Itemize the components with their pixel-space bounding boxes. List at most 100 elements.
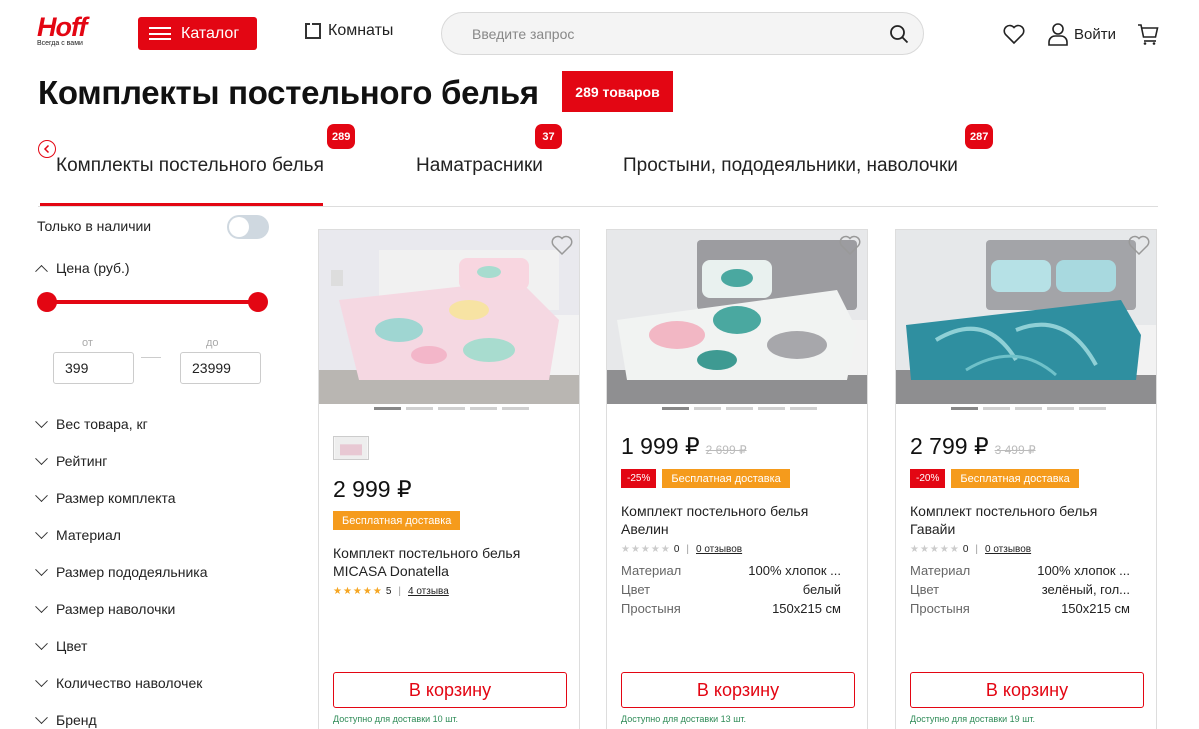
user-icon: [1048, 23, 1068, 46]
filter-pillowcase-size[interactable]: Размер наволочки: [35, 599, 175, 617]
heart-icon[interactable]: [1002, 22, 1026, 46]
rating: ★★★★★ 0 | 0 отзывов: [910, 544, 1031, 555]
free-delivery-badge: Бесплатная доставка: [662, 469, 790, 488]
product-image[interactable]: [607, 230, 867, 404]
star-rating-icon: ★★★★★: [333, 586, 383, 597]
product-name-line: Гавайи: [910, 521, 956, 537]
price-from-input[interactable]: [53, 352, 134, 384]
free-delivery-badge: Бесплатная доставка: [951, 469, 1079, 488]
range-separator: [141, 357, 161, 358]
login-link[interactable]: Войти: [1047, 22, 1116, 46]
chevron-down-icon: [35, 599, 48, 613]
reviews-link[interactable]: 0 отзывов: [696, 544, 742, 555]
page-title: Комплекты постельного белья: [38, 74, 539, 111]
menu-icon: [149, 27, 171, 40]
separator: |: [975, 544, 978, 555]
heart-icon[interactable]: [550, 234, 574, 256]
price-slider-max-handle[interactable]: [248, 292, 268, 312]
product-image[interactable]: [896, 230, 1156, 404]
spec-key: Простыня: [910, 601, 970, 616]
spec-value: 150х215 см: [772, 601, 841, 616]
filter-duvet-size[interactable]: Размер пододеяльника: [35, 562, 208, 580]
search-icon[interactable]: [889, 24, 909, 44]
reviews-link[interactable]: 4 отзыва: [408, 586, 449, 597]
filter-label: Размер пододеяльника: [56, 564, 208, 580]
chevron-down-icon: [35, 636, 48, 650]
star-rating-icon: ★★★★★: [621, 544, 671, 555]
spec-key: Материал: [621, 563, 682, 578]
tab-sheets-covers[interactable]: Простыни, пододеяльники, наволочки: [623, 155, 958, 177]
free-delivery-badge: Бесплатная доставка: [333, 511, 461, 530]
chevron-up-icon: [35, 264, 48, 278]
filter-material[interactable]: Материал: [35, 525, 121, 543]
catalog-label: Каталог: [181, 24, 240, 42]
price: 2 799 ₽ 3 499 ₽: [910, 433, 1036, 460]
filter-label: Размер комплекта: [56, 490, 176, 506]
rating-value: 0: [962, 544, 969, 555]
spec-row: Материал 100% хлопок ...: [621, 563, 841, 582]
spec-key: Цвет: [910, 582, 940, 597]
in-stock-label: Только в наличии: [37, 218, 152, 234]
search-input[interactable]: [472, 24, 872, 44]
filter-pillowcase-count[interactable]: Количество наволочек: [35, 673, 202, 691]
heart-icon[interactable]: [1127, 234, 1151, 256]
product-name[interactable]: Комплект постельного белья Авелин: [621, 502, 851, 538]
spec-key: Простыня: [621, 601, 681, 616]
filter-label: Бренд: [56, 712, 97, 728]
product-name[interactable]: Комплект постельного белья MICASA Donate…: [333, 544, 563, 580]
filter-rating[interactable]: Рейтинг: [35, 451, 107, 469]
spec-row: Материал 100% хлопок ...: [910, 563, 1130, 582]
add-to-cart-button[interactable]: В корзину: [333, 672, 567, 708]
image-pagination: [662, 407, 817, 410]
tab-count-badge: 289: [327, 124, 356, 149]
product-name-line: Комплект постельного белья: [333, 545, 521, 561]
filter-color[interactable]: Цвет: [35, 636, 87, 654]
spec-value: белый: [802, 582, 841, 597]
category-tabs: Комплекты постельного белья 289 Наматрас…: [38, 120, 1158, 207]
current-price: 2 799 ₽: [910, 433, 989, 459]
product-badges: -20% Бесплатная доставка: [910, 469, 1079, 488]
product-name-line: Комплект постельного белья: [910, 503, 1098, 519]
price-from-label: от: [82, 337, 93, 349]
availability-note: Доступно для доставки 10 шт.: [333, 714, 459, 724]
product-image[interactable]: [319, 230, 579, 404]
price: 1 999 ₽ 2 699 ₽: [621, 433, 747, 460]
variant-thumbnail[interactable]: [333, 436, 369, 460]
spec-value: 150х215 см: [1061, 601, 1130, 616]
price-slider-min-handle[interactable]: [37, 292, 57, 312]
product-card[interactable]: 2 799 ₽3 499 ₽ -20% Бесплатная доставка …: [895, 229, 1157, 729]
filter-label: Вес товара, кг: [56, 416, 148, 432]
price-slider-track[interactable]: [47, 300, 267, 304]
filter-weight[interactable]: Вес товара, кг: [35, 414, 148, 432]
tab-bedding-sets[interactable]: Комплекты постельного белья: [56, 155, 324, 177]
filter-brand[interactable]: Бренд: [35, 710, 97, 728]
reviews-link[interactable]: 0 отзывов: [985, 544, 1031, 555]
heart-icon[interactable]: [838, 234, 862, 256]
tab-label: Комплекты постельного белья: [56, 155, 324, 176]
product-card[interactable]: 2 999 ₽ Бесплатная доставка Комплект пос…: [318, 229, 580, 729]
in-stock-toggle[interactable]: [227, 215, 269, 239]
tab-label: Наматрасники: [416, 155, 543, 176]
discount-badge: -25%: [621, 469, 657, 488]
availability-note: Доступно для доставки 19 шт.: [910, 714, 1036, 724]
availability-note: Доступно для доставки 13 шт.: [621, 714, 747, 724]
logo[interactable]: Hoff Всегда с вами: [37, 14, 89, 54]
spec-key: Материал: [910, 563, 971, 578]
product-name-line: MICASA Donatella: [333, 563, 449, 579]
tabs-back-button[interactable]: [38, 140, 56, 158]
product-name[interactable]: Комплект постельного белья Гавайи: [910, 502, 1140, 538]
rating: ★★★★★ 5 | 4 отзыва: [333, 586, 449, 597]
tab-mattress-pads[interactable]: Наматрасники: [416, 155, 543, 177]
spec-row: Простыня 150х215 см: [621, 601, 841, 620]
add-to-cart-button[interactable]: В корзину: [910, 672, 1144, 708]
rooms-link[interactable]: Комнаты: [305, 22, 393, 40]
price-to-input[interactable]: [180, 352, 261, 384]
product-card[interactable]: 1 999 ₽2 699 ₽ -25% Бесплатная доставка …: [606, 229, 868, 729]
old-price: 2 699 ₽: [705, 443, 747, 457]
login-label: Войти: [1074, 25, 1116, 43]
filter-set-size[interactable]: Размер комплекта: [35, 488, 176, 506]
add-to-cart-button[interactable]: В корзину: [621, 672, 855, 708]
catalog-button[interactable]: Каталог: [138, 17, 257, 50]
filter-price-header[interactable]: Цена (руб.): [35, 260, 130, 278]
cart-icon[interactable]: [1136, 22, 1160, 46]
